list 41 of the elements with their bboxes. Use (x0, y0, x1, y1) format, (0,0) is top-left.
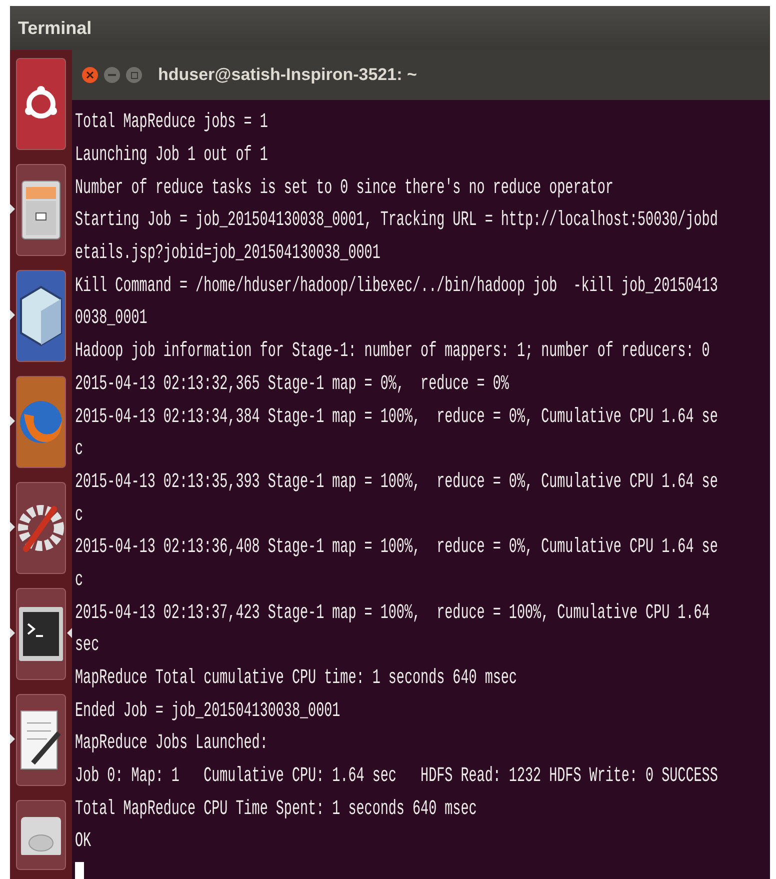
output-line: 2015-04-13 02:13:37,423 Stage-1 map = 100%, reduce = 100%, Cumulative CPU 1.64 (75, 602, 710, 628)
output-line: Hadoop job information for Stage-1: number of mappers: 1; number of reducers: 0 (75, 340, 710, 366)
document-and-pencil-icon (19, 709, 63, 771)
window-title: hduser@satish-Inspiron-3521: ~ (158, 64, 417, 86)
launcher-icon[interactable] (16, 58, 66, 150)
output-line: 2015-04-13 02:13:32,365 Stage-1 map = 0%, reduce = 0% (75, 373, 509, 398)
output-line: 0038_0001 (75, 308, 148, 333)
close-button[interactable] (82, 67, 98, 83)
output-line: c (75, 504, 84, 529)
output-line: Launching Job 1 out of 1 (75, 144, 268, 170)
output-line: 2015-04-13 02:13:34,384 Stage-1 map = 100%, reduce = 0%, Cumulative CPU 1.64 se (75, 406, 718, 431)
output-line: Ended Job = job_201504130038_0001 (75, 700, 340, 726)
output-line: c (75, 438, 84, 464)
output-line: Kill Command = /home/hduser/hadoop/libexec/../bin/hadoop job -kill job_20150413 (75, 275, 718, 300)
launcher-icon[interactable] (16, 800, 66, 870)
output-line: MapReduce Jobs Launched: (75, 733, 268, 758)
output-line: Starting Job = job_201504130038_0001, Tracking URL = http://localhost:50030/jobd (75, 210, 718, 235)
output-line: Total MapReduce jobs = 1 (75, 112, 268, 137)
file-cabinet-icon (20, 179, 62, 241)
output-line: c (75, 570, 84, 594)
maximize-icon (130, 72, 138, 78)
app-title: Terminal (18, 16, 92, 40)
output-line: 2015-04-13 02:13:36,408 Stage-1 map = 100%, reduce = 0%, Cumulative CPU 1.64 se (75, 536, 718, 562)
cube-icon (19, 285, 63, 347)
close-icon (86, 71, 94, 79)
launcher-icon[interactable] (16, 270, 66, 362)
output-line: Total MapReduce CPU Time Spent: 1 seconds 640 msec (75, 798, 477, 824)
output-line: MapReduce Total cumulative CPU time: 1 seconds 640 msec (75, 668, 517, 692)
disk-drive-icon (19, 815, 63, 855)
output-line: Number of reduce tasks is set to 0 since there's no reduce operator (75, 177, 614, 202)
terminal-icon (18, 606, 64, 662)
output-line: OK (75, 831, 92, 856)
launcher-icon[interactable] (16, 694, 66, 786)
launcher-icon[interactable] (16, 588, 66, 680)
launcher-icon[interactable] (16, 164, 66, 256)
minimize-icon (108, 74, 116, 76)
launcher-icon[interactable] (16, 482, 66, 574)
output-line: Job 0: Map: 1 Cumulative CPU: 1.64 sec HDFS Read: 1232 HDFS Write: 0 SUCCESS (75, 766, 718, 790)
output-line: etails.jsp?jobid=job_201504130038_0001 (75, 242, 380, 268)
output-line: sec (75, 634, 100, 660)
output-line: 2015-04-13 02:13:35,393 Stage-1 map = 100%, reduce = 0%, Cumulative CPU 1.64 se (75, 472, 718, 496)
